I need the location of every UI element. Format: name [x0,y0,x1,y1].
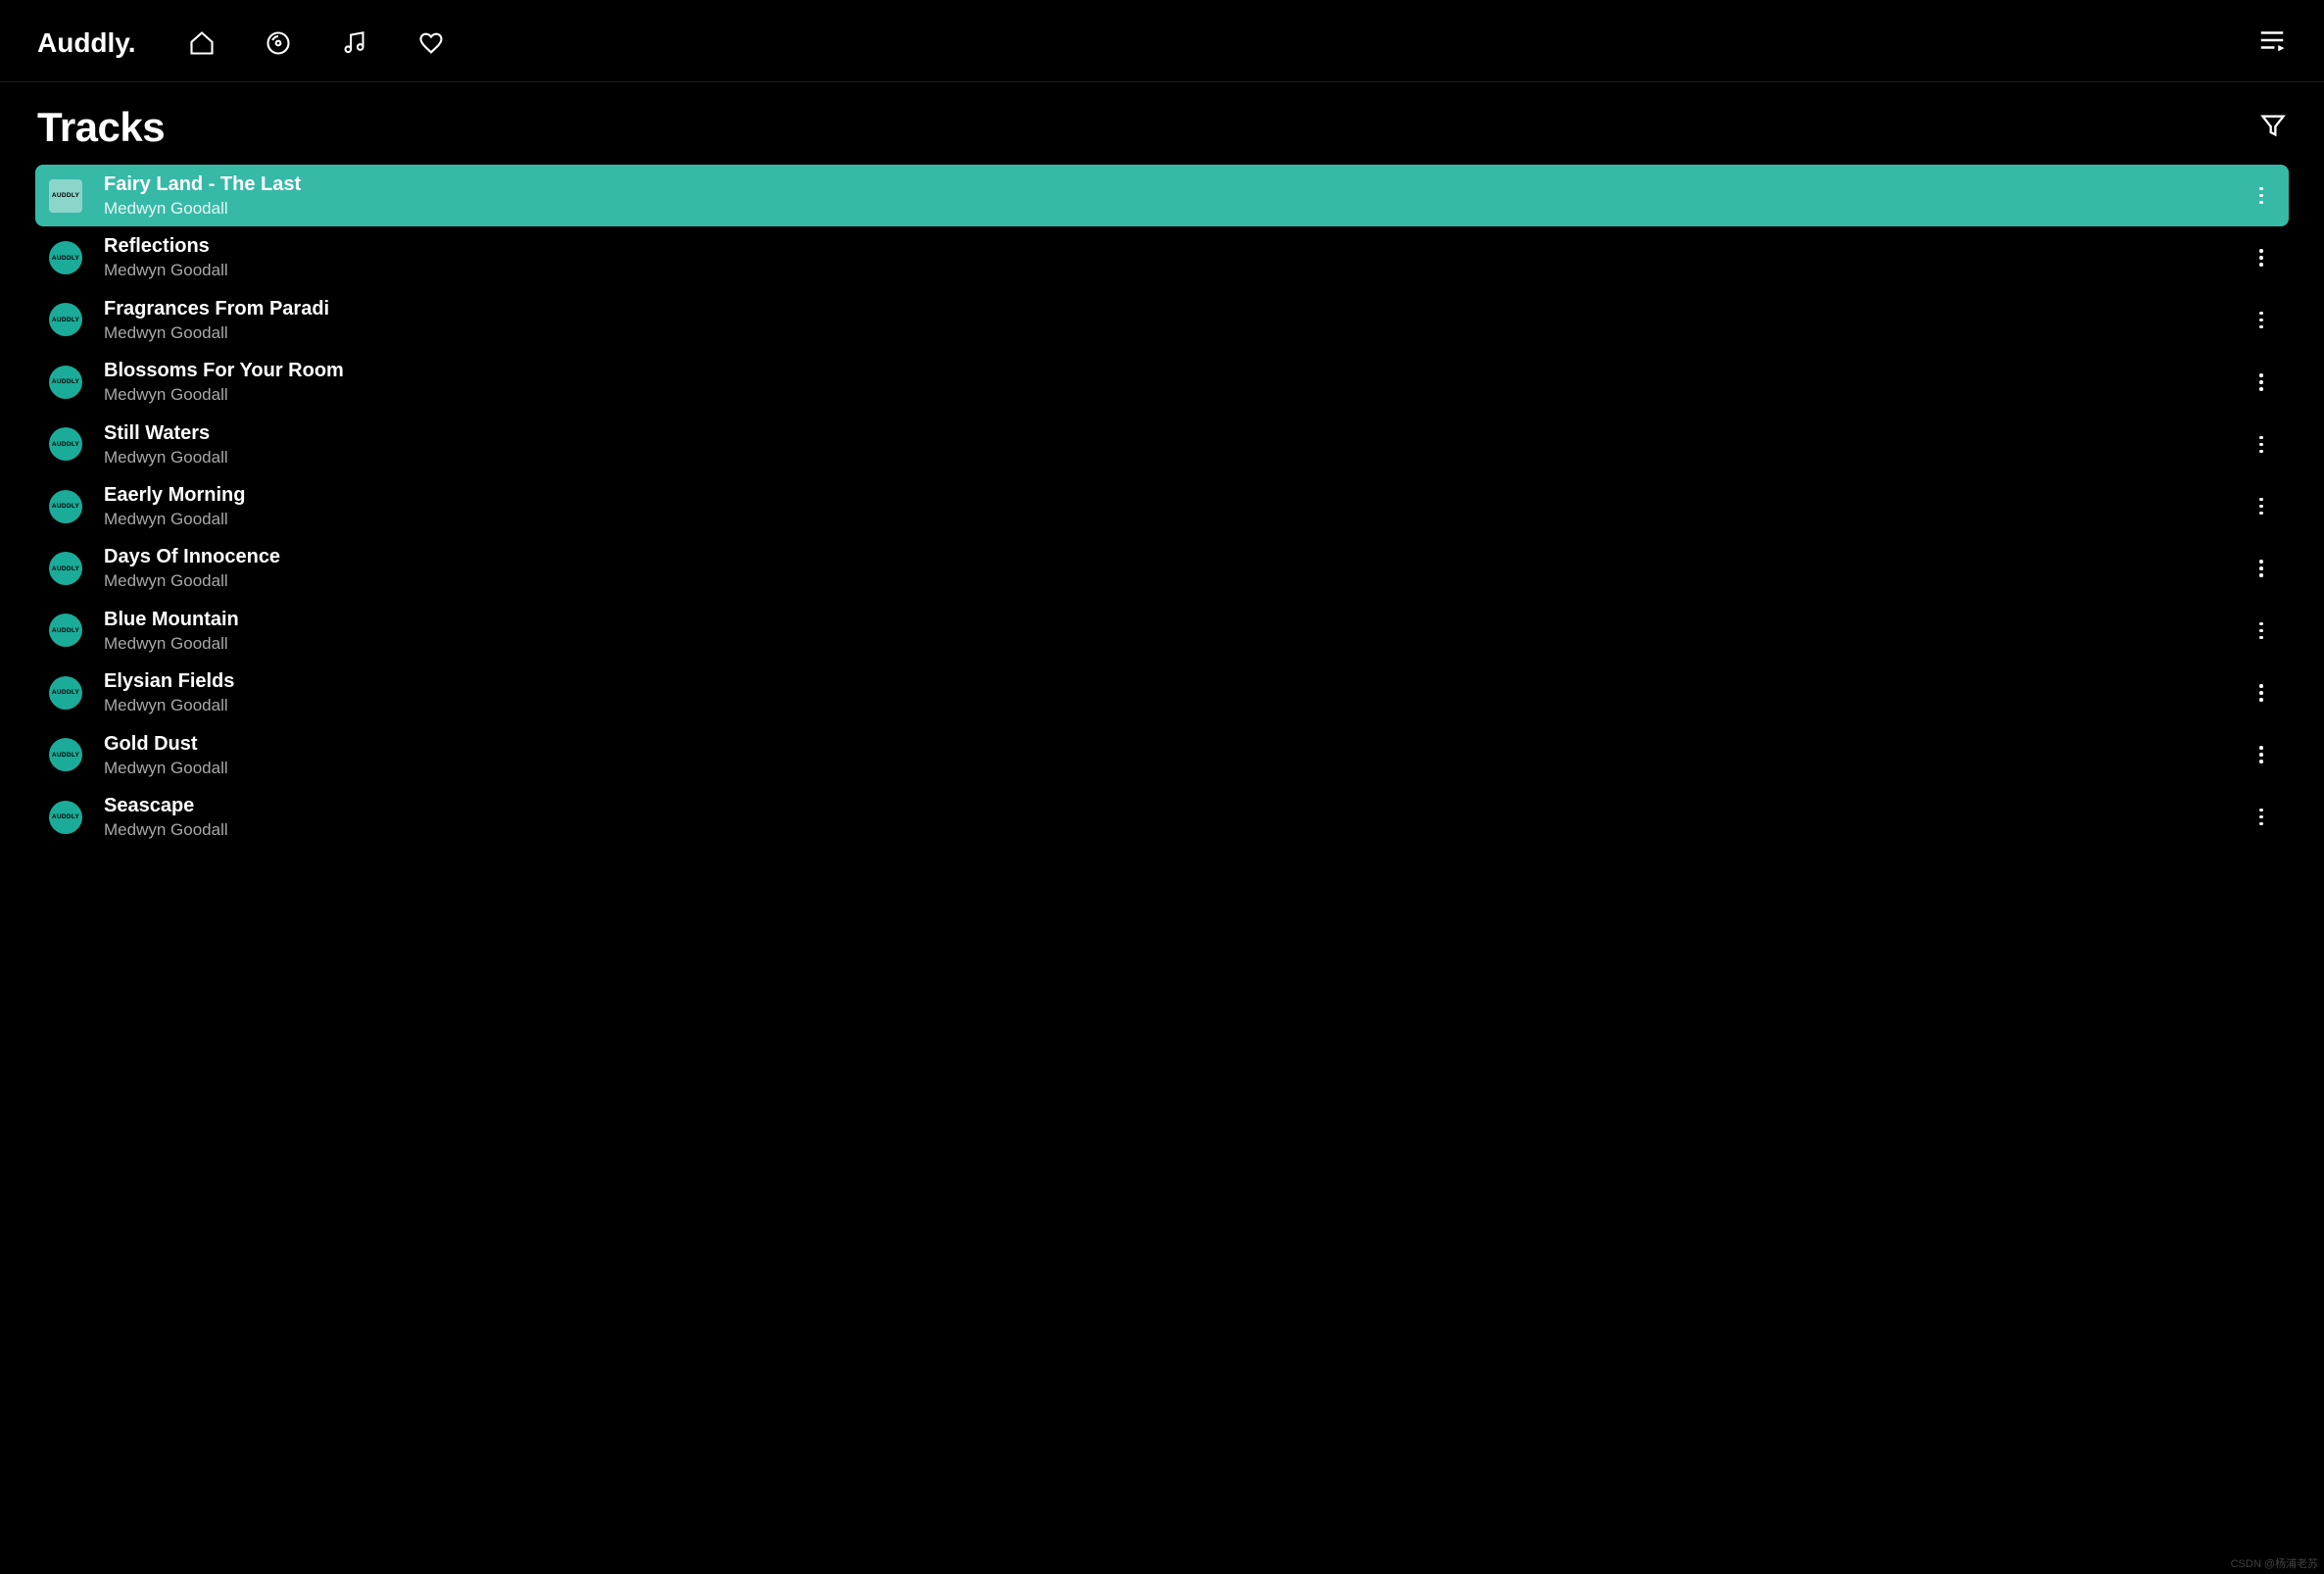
track-info: Still Waters Medwyn Goodall [104,421,2248,467]
track-artist: Medwyn Goodall [104,634,2248,654]
track-info: Blossoms For Your Room Medwyn Goodall [104,359,2248,405]
track-artist: Medwyn Goodall [104,759,2248,778]
track-artist: Medwyn Goodall [104,448,2248,467]
more-icon[interactable] [2248,679,2275,707]
track-info: Fragrances From Paradi Medwyn Goodall [104,297,2248,343]
track-title: Blue Mountain [104,608,2248,631]
track-info: Blue Mountain Medwyn Goodall [104,608,2248,654]
track-row[interactable]: AUDDLY Blue Mountain Medwyn Goodall [35,600,2289,662]
track-row[interactable]: AUDDLY Seascape Medwyn Goodall [35,786,2289,848]
track-art: AUDDLY [49,738,82,771]
track-row[interactable]: AUDDLY Still Waters Medwyn Goodall [35,414,2289,475]
track-art: AUDDLY [49,552,82,585]
more-icon[interactable] [2248,306,2275,333]
queue-icon[interactable] [2257,25,2287,60]
track-artist: Medwyn Goodall [104,199,2248,219]
more-icon[interactable] [2248,430,2275,458]
track-title: Still Waters [104,421,2248,445]
track-info: Fairy Land - The Last Medwyn Goodall [104,172,2248,219]
track-list: AUDDLY Fairy Land - The Last Medwyn Goodal… [0,165,2324,848]
track-title: Seascape [104,794,2248,817]
track-art: AUDDLY [49,490,82,523]
more-icon[interactable] [2248,182,2275,210]
track-row[interactable]: AUDDLY Fairy Land - The Last Medwyn Goodal… [35,165,2289,226]
track-row[interactable]: AUDDLY Gold Dust Medwyn Goodall [35,724,2289,786]
track-art: AUDDLY [49,241,82,274]
track-info: Seascape Medwyn Goodall [104,794,2248,840]
track-title: Fairy Land - The Last [104,172,2248,196]
track-title: Blossoms For Your Room [104,359,2248,382]
page-header: Tracks [0,82,2324,165]
more-icon[interactable] [2248,244,2275,271]
track-art: AUDDLY [49,366,82,399]
track-art: AUDDLY [49,427,82,461]
more-icon[interactable] [2248,616,2275,644]
more-icon[interactable] [2248,493,2275,520]
filter-icon[interactable] [2259,112,2287,144]
home-icon[interactable] [187,28,217,58]
track-artist: Medwyn Goodall [104,385,2248,405]
track-title: Elysian Fields [104,669,2248,693]
nav-icons [187,28,446,58]
track-title: Days Of Innocence [104,545,2248,568]
track-artist: Medwyn Goodall [104,820,2248,840]
track-info: Days Of Innocence Medwyn Goodall [104,545,2248,591]
track-row[interactable]: AUDDLY Elysian Fields Medwyn Goodall [35,662,2289,723]
track-title: Gold Dust [104,732,2248,756]
track-row[interactable]: AUDDLY Fragrances From Paradi Medwyn Gooda… [35,289,2289,351]
track-artist: Medwyn Goodall [104,323,2248,343]
track-artist: Medwyn Goodall [104,571,2248,591]
track-row[interactable]: AUDDLY Days Of Innocence Medwyn Goodall [35,537,2289,599]
track-art: AUDDLY [49,676,82,710]
track-info: Eaerly Morning Medwyn Goodall [104,483,2248,529]
track-row[interactable]: AUDDLY Eaerly Morning Medwyn Goodall [35,475,2289,537]
more-icon[interactable] [2248,369,2275,396]
track-art: AUDDLY [49,303,82,336]
track-artist: Medwyn Goodall [104,261,2248,280]
track-row[interactable]: AUDDLY Blossoms For Your Room Medwyn Gooda… [35,351,2289,413]
watermark: CSDN @杨浦老苏 [2231,1555,2318,1571]
track-info: Elysian Fields Medwyn Goodall [104,669,2248,715]
music-icon[interactable] [340,28,369,58]
track-info: Gold Dust Medwyn Goodall [104,732,2248,778]
track-art: AUDDLY [49,614,82,647]
track-title: Reflections [104,234,2248,258]
track-artist: Medwyn Goodall [104,696,2248,715]
disc-icon[interactable] [264,28,293,58]
track-art: AUDDLY [49,179,82,213]
more-icon[interactable] [2248,555,2275,582]
more-icon[interactable] [2248,804,2275,831]
app-logo[interactable]: Auddly. [37,27,136,59]
track-title: Eaerly Morning [104,483,2248,507]
heart-icon[interactable] [416,28,446,58]
track-title: Fragrances From Paradi [104,297,2248,320]
app-header: Auddly. [0,0,2324,82]
more-icon[interactable] [2248,741,2275,768]
track-art: AUDDLY [49,801,82,834]
track-artist: Medwyn Goodall [104,510,2248,529]
track-row[interactable]: AUDDLY Reflections Medwyn Goodall [35,226,2289,288]
page-title: Tracks [37,104,165,151]
track-info: Reflections Medwyn Goodall [104,234,2248,280]
